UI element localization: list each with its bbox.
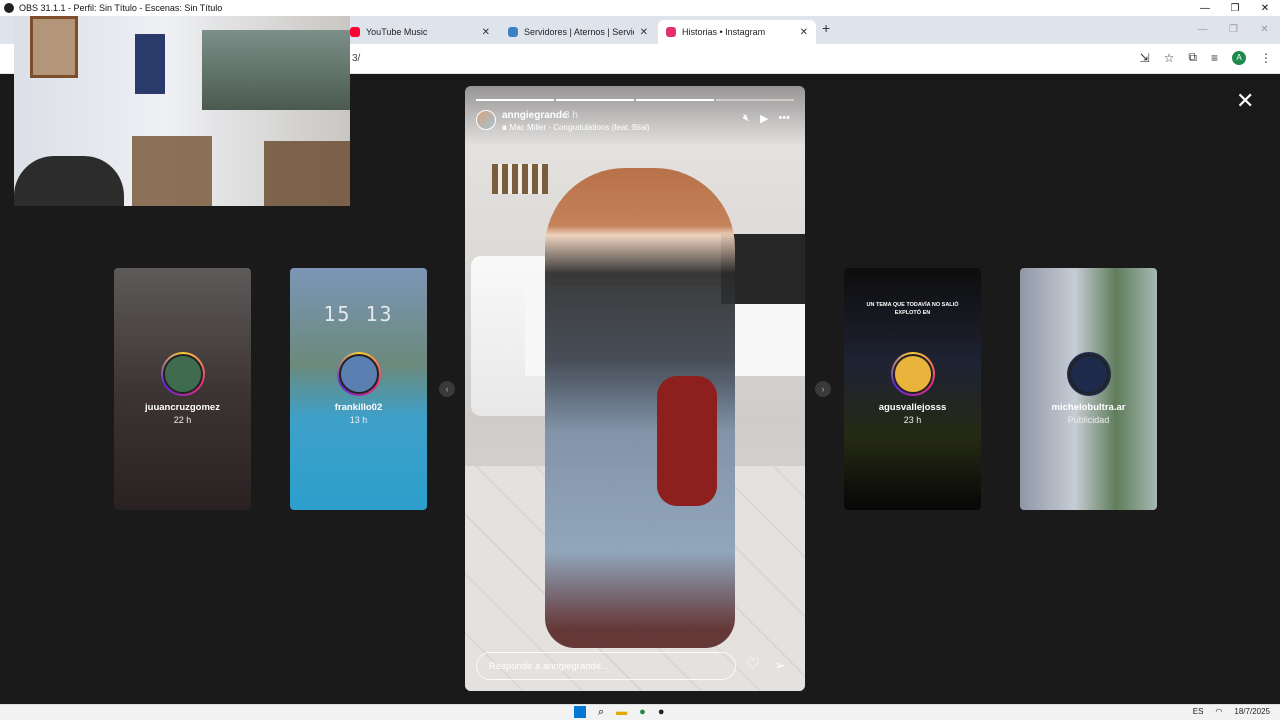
toolbar-icons: ⇲ ☆ ⧉ ≡ A ⋮	[1140, 50, 1272, 65]
bookmark-star-icon[interactable]: ☆	[1164, 51, 1175, 65]
tab-close-icon[interactable]: ✕	[800, 27, 808, 38]
obs-restore-button[interactable]: ❐	[1220, 0, 1250, 16]
search-icon[interactable]: ⌕	[598, 706, 604, 719]
install-app-icon[interactable]: ⇲	[1140, 51, 1150, 65]
browser-minimize-button[interactable]: —	[1187, 18, 1218, 40]
heart-icon[interactable]: ♡	[746, 656, 760, 674]
wall-canvas	[202, 30, 350, 110]
tab-label: YouTube Music	[366, 27, 428, 37]
obs-window-title: OBS 31.1.1 - Perfil: Sin Título - Escena…	[19, 3, 223, 13]
obs-close-button[interactable]: ✕	[1250, 0, 1280, 16]
obs-taskbar-icon[interactable]: ●	[658, 706, 665, 719]
story-controls: 🔇︎ ▶ •••	[743, 112, 790, 125]
next-story-icon[interactable]: ›	[815, 381, 831, 397]
previous-story-icon[interactable]: ‹	[439, 381, 455, 397]
story-preview-card[interactable]: UN TEMA QUE TODAVÍA NO SALIÓ EXPLOTÓ EN …	[844, 268, 981, 510]
tab-label: Servidores | Aternos | Servidor de Minec…	[524, 27, 634, 37]
obs-minimize-button[interactable]: —	[1190, 0, 1220, 16]
browser-close-button[interactable]: ✕	[1249, 18, 1280, 40]
story-progress-bar	[476, 99, 794, 101]
preview-time: 23 h	[903, 415, 922, 425]
profile-avatar[interactable]: A	[1232, 50, 1246, 65]
obs-logo-icon	[4, 3, 14, 13]
story-avatar-ring	[160, 352, 205, 396]
tab-youtube-music[interactable]: YouTube Music ✕	[342, 20, 498, 44]
preview-time: 13 h	[349, 415, 368, 425]
active-story[interactable]: anngiegrande 3 h ııı Mac Miller · Congrat…	[465, 86, 805, 691]
story-header: anngiegrande 3 h ııı Mac Miller · Congrat…	[476, 110, 794, 134]
url-text[interactable]: 3/	[352, 53, 360, 64]
aternos-favicon-icon	[508, 27, 518, 37]
clock-date[interactable]: 18/7/2025	[1234, 707, 1270, 716]
preview-username: michelobultra.ar	[1051, 402, 1126, 413]
story-avatar-ring	[890, 352, 935, 396]
wall-frame	[30, 16, 78, 78]
file-explorer-icon[interactable]: ▬	[616, 706, 627, 719]
tab-instagram-stories[interactable]: Historias • Instagram ✕	[658, 20, 816, 44]
windows-start-icon[interactable]	[574, 706, 586, 718]
close-stories-icon[interactable]: ✕	[1236, 88, 1254, 114]
send-icon[interactable]: ➢	[774, 656, 786, 674]
chrome-icon[interactable]: ●	[639, 706, 646, 719]
story-author-avatar[interactable]	[476, 110, 496, 130]
obs-window-controls: — ❐ ✕	[1190, 0, 1280, 16]
language-indicator[interactable]: ES	[1193, 707, 1204, 716]
system-tray: ES ◠ 18/7/2025	[1193, 707, 1270, 716]
chair	[264, 141, 350, 206]
wall-poster	[135, 34, 165, 94]
obs-title-bar: OBS 31.1.1 - Perfil: Sin Título - Escena…	[0, 0, 1280, 16]
story-preview-card[interactable]: 15 13 frankillo02 13 h	[290, 268, 427, 510]
play-icon[interactable]: ▶	[760, 112, 768, 125]
preview-time: Publicidad	[1067, 415, 1110, 425]
music-bars-icon: ııı	[502, 123, 507, 132]
more-options-icon[interactable]: •••	[778, 112, 790, 125]
muted-speaker-icon[interactable]: 🔇︎	[743, 112, 750, 125]
webcam-overlay	[14, 16, 350, 206]
story-reply-row: ♡ ➢	[476, 652, 794, 680]
story-music-label[interactable]: ııı Mac Miller · Congratulations (feat. B…	[502, 123, 650, 132]
person-silhouette	[14, 156, 124, 206]
tab-label: Historias • Instagram	[682, 27, 766, 37]
menu-kebab-icon[interactable]: ⋮	[1260, 51, 1272, 65]
story-music-title: Mac Miller · Congratulations (feat. Bila…	[509, 123, 650, 132]
preview-username: frankillo02	[334, 402, 383, 413]
story-avatar-ring	[336, 352, 381, 396]
youtube-music-favicon-icon	[350, 27, 360, 37]
story-reply-input[interactable]	[476, 652, 736, 680]
tab-close-icon[interactable]: ✕	[640, 27, 648, 38]
browser-restore-button[interactable]: ❐	[1218, 18, 1249, 40]
tab-aternos[interactable]: Servidores | Aternos | Servidor de Minec…	[500, 20, 656, 44]
preview-time: 22 h	[173, 415, 192, 425]
story-timestamp: 3 h	[564, 110, 578, 121]
media-queue-icon[interactable]: ≡	[1211, 51, 1218, 65]
story-photo-bag	[657, 376, 717, 506]
story-author-username[interactable]: anngiegrande	[502, 110, 568, 121]
preview-username: juuancruzgomez	[145, 402, 220, 413]
story-progress-segment	[556, 99, 634, 101]
windows-taskbar: ⌕ ▬ ● ● ES ◠ 18/7/2025	[0, 704, 1280, 720]
story-photo-wall-art	[492, 164, 548, 194]
taskbar-app-icons: ⌕ ▬ ● ●	[574, 706, 664, 719]
extensions-icon[interactable]: ⧉	[1188, 50, 1197, 65]
preview-username: agusvallejosss	[878, 402, 947, 413]
wifi-icon[interactable]: ◠	[1215, 707, 1222, 716]
browser-window-controls: — ❐ ✕	[1187, 18, 1280, 40]
preview-overlay-text: UN TEMA QUE TODAVÍA NO SALIÓ EXPLOTÓ EN	[866, 302, 959, 316]
story-preview-card[interactable]: juuancruzgomez 22 h	[114, 268, 251, 510]
sponsor-avatar	[1066, 352, 1111, 396]
story-progress-segment	[476, 99, 554, 101]
tab-close-icon[interactable]: ✕	[482, 27, 490, 38]
instagram-favicon-icon	[666, 27, 676, 37]
new-tab-button[interactable]: +	[822, 20, 830, 36]
story-preview-card[interactable]: michelobultra.ar Publicidad	[1020, 268, 1157, 510]
story-progress-segment	[716, 99, 794, 101]
preview-overlay-text: 15 13	[323, 302, 394, 326]
story-progress-segment	[636, 99, 714, 101]
chair	[132, 136, 212, 206]
